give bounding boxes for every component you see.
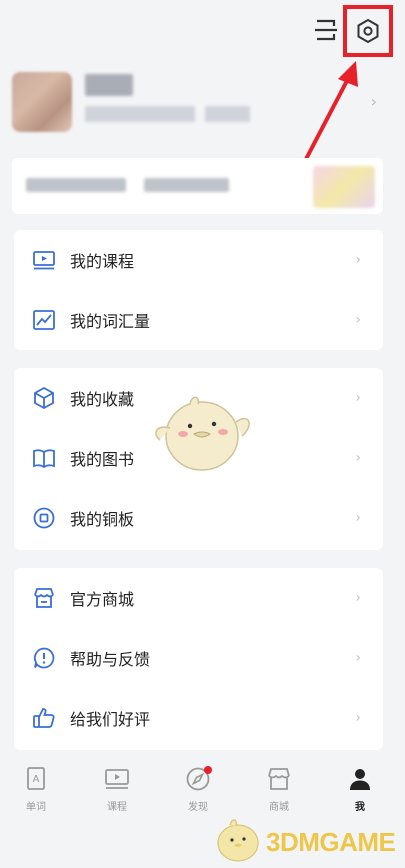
chevron-right-icon: › [355,390,361,406]
gear-icon [357,18,379,44]
menu-card-1: 我的课程 › 我的词汇量 › [14,230,383,350]
tab-discover[interactable]: 发现 [168,766,228,822]
cube-icon [34,386,54,410]
menu-label: 我的图书 [70,450,135,469]
menu-label: 我的收藏 [70,390,135,409]
profile-section[interactable]: › [0,62,405,150]
chevron-right-icon: › [355,450,361,466]
menu-label: 帮助与反馈 [70,650,151,669]
banner-text-blurred [26,178,126,192]
user-info-blurred-2 [205,106,250,122]
banner-text-blurred-2 [144,178,229,192]
avatar[interactable] [12,72,72,132]
menu-item-help-feedback[interactable]: 帮助与反馈 › [14,628,383,688]
settings-button[interactable] [343,5,393,57]
user-info-blurred [85,106,195,122]
watermark-mascot [217,819,259,862]
course-screen-icon [33,251,55,270]
word-card-icon: A [27,767,45,790]
chevron-right-icon: › [355,312,361,328]
watermark-text: 3DMGAME [266,827,396,857]
chart-trend-icon [33,310,55,330]
book-icon [33,449,55,469]
menu-label: 我的课程 [70,252,135,271]
thumbs-up-icon [33,708,55,728]
menu-item-rate-us[interactable]: 给我们好评 › [14,688,383,748]
tab-label: 课程 [107,802,127,813]
scan-icon[interactable] [312,16,340,44]
svg-text:A: A [33,774,40,785]
mascot-sticker [155,396,250,471]
tab-label: 我 [355,802,365,813]
menu-label: 官方商城 [70,590,135,609]
membership-banner[interactable] [12,158,383,214]
top-bar [0,0,405,62]
tab-words[interactable]: A 单词 [6,766,66,822]
tab-store[interactable]: 商城 [249,766,309,822]
tab-me[interactable]: 我 [330,766,390,822]
chevron-right-icon: › [355,650,361,666]
person-icon [350,769,370,790]
chevron-right-icon: › [370,92,377,111]
tab-label: 商城 [269,802,289,813]
chevron-right-icon: › [355,590,361,606]
tab-courses[interactable]: 课程 [87,766,147,822]
menu-item-my-courses[interactable]: 我的课程 › [14,230,383,290]
store-icon [34,588,54,608]
menu-item-my-coins[interactable]: 我的铜板 › [14,488,383,548]
course-icon [105,769,129,789]
menu-label: 我的词汇量 [70,312,151,331]
menu-item-my-vocabulary[interactable]: 我的词汇量 › [14,290,383,350]
banner-image [313,166,375,208]
menu-item-official-store[interactable]: 官方商城 › [14,568,383,628]
tab-label: 单词 [26,802,46,813]
menu-label: 给我们好评 [70,710,151,729]
chevron-right-icon: › [355,510,361,526]
menu-label: 我的铜板 [70,510,135,529]
notification-dot [204,766,212,774]
coin-icon [33,507,55,529]
watermark: 3DMGAME [210,815,400,865]
menu-card-3: 官方商城 › 帮助与反馈 › 给我们好评 › [14,568,383,750]
help-icon [33,647,55,669]
chevron-right-icon: › [355,710,361,726]
chevron-right-icon: › [355,252,361,268]
username-blurred [85,74,133,96]
store-icon [268,768,290,790]
tab-label: 发现 [188,802,208,813]
